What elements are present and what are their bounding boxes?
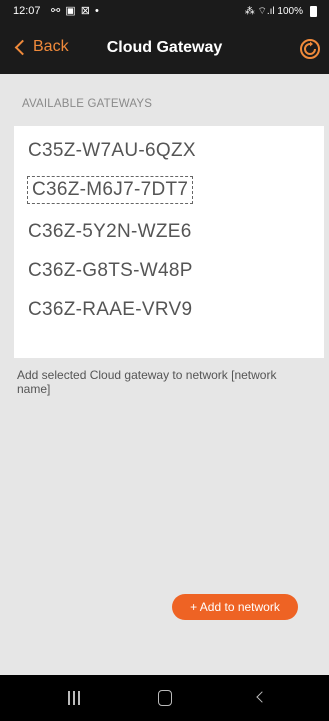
section-header: AVAILABLE GATEWAYS — [22, 98, 153, 110]
page-title: Cloud Gateway — [106, 39, 223, 56]
navigation-bar: Back Cloud Gateway — [0, 24, 329, 74]
system-navigation-bar — [0, 675, 329, 721]
gateway-item[interactable]: C36Z-G8TS-W48P — [28, 258, 193, 284]
notification-icons: ⚯ ▣ ⊠ • — [51, 5, 100, 17]
gateway-item[interactable]: C36Z-5Y2N-WZE6 — [28, 219, 192, 245]
gateway-list: C35Z-W7AU-6QZX C36Z-M6J7-7DT7 C36Z-5Y2N-… — [14, 126, 324, 358]
gateway-item-selected[interactable]: C36Z-M6J7-7DT7 — [27, 176, 194, 204]
recent-apps-icon[interactable] — [68, 691, 83, 705]
system-status: ⁂ ⌔.ıl 100% — [244, 6, 303, 17]
status-time: 12:07 — [13, 5, 41, 17]
battery-icon — [310, 6, 317, 17]
home-icon[interactable] — [158, 690, 172, 706]
system-back-icon[interactable] — [256, 691, 268, 703]
add-to-network-button[interactable]: + Add to network — [172, 594, 298, 620]
gateway-item[interactable]: C36Z-RAAE-VRV9 — [28, 297, 192, 323]
gateway-item[interactable]: C35Z-W7AU-6QZX — [28, 138, 196, 164]
refresh-button[interactable] — [297, 36, 323, 62]
status-bar: 12:07 ⚯ ▣ ⊠ • ⁂ ⌔.ıl 100% — [0, 0, 329, 24]
hint-text: Add selected Cloud gateway to network [n… — [17, 368, 277, 396]
refresh-icon — [300, 39, 320, 59]
